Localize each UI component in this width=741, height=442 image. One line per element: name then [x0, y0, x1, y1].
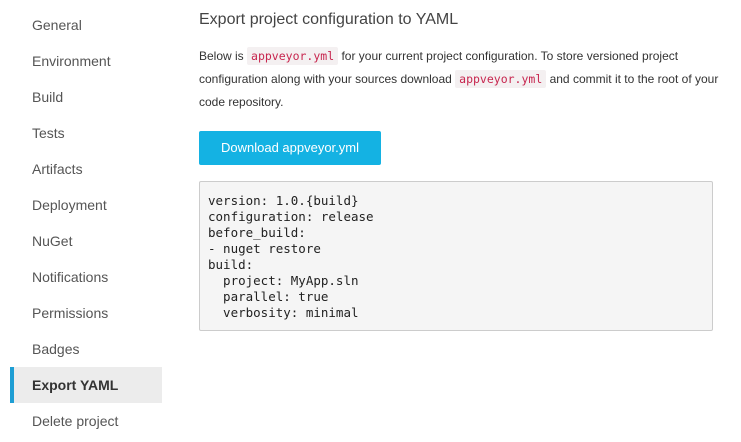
filename-code: appveyor.yml	[455, 70, 547, 88]
sidebar-item-notifications[interactable]: Notifications	[10, 259, 162, 295]
export-description: Below is appveyor.yml for your current p…	[199, 45, 731, 114]
sidebar-item-tests[interactable]: Tests	[10, 115, 162, 151]
page-title: Export project configuration to YAML	[199, 11, 459, 28]
settings-sidebar: General Environment Build Tests Artifact…	[10, 7, 162, 439]
download-yaml-button[interactable]: Download appveyor.yml	[199, 131, 381, 165]
sidebar-item-artifacts[interactable]: Artifacts	[10, 151, 162, 187]
sidebar-item-permissions[interactable]: Permissions	[10, 295, 162, 331]
description-text-1: Below is	[199, 49, 248, 63]
project-settings-page: General Environment Build Tests Artifact…	[0, 0, 741, 442]
sidebar-item-nuget[interactable]: NuGet	[10, 223, 162, 259]
sidebar-item-environment[interactable]: Environment	[10, 43, 162, 79]
yaml-code-block[interactable]: version: 1.0.{build} configuration: rele…	[199, 181, 713, 331]
sidebar-item-general[interactable]: General	[10, 7, 162, 43]
sidebar-item-badges[interactable]: Badges	[10, 331, 162, 367]
sidebar-item-delete-project[interactable]: Delete project	[10, 403, 162, 439]
sidebar-item-deployment[interactable]: Deployment	[10, 187, 162, 223]
sidebar-item-build[interactable]: Build	[10, 79, 162, 115]
filename-code: appveyor.yml	[247, 47, 339, 65]
sidebar-item-export-yaml[interactable]: Export YAML	[10, 367, 162, 403]
